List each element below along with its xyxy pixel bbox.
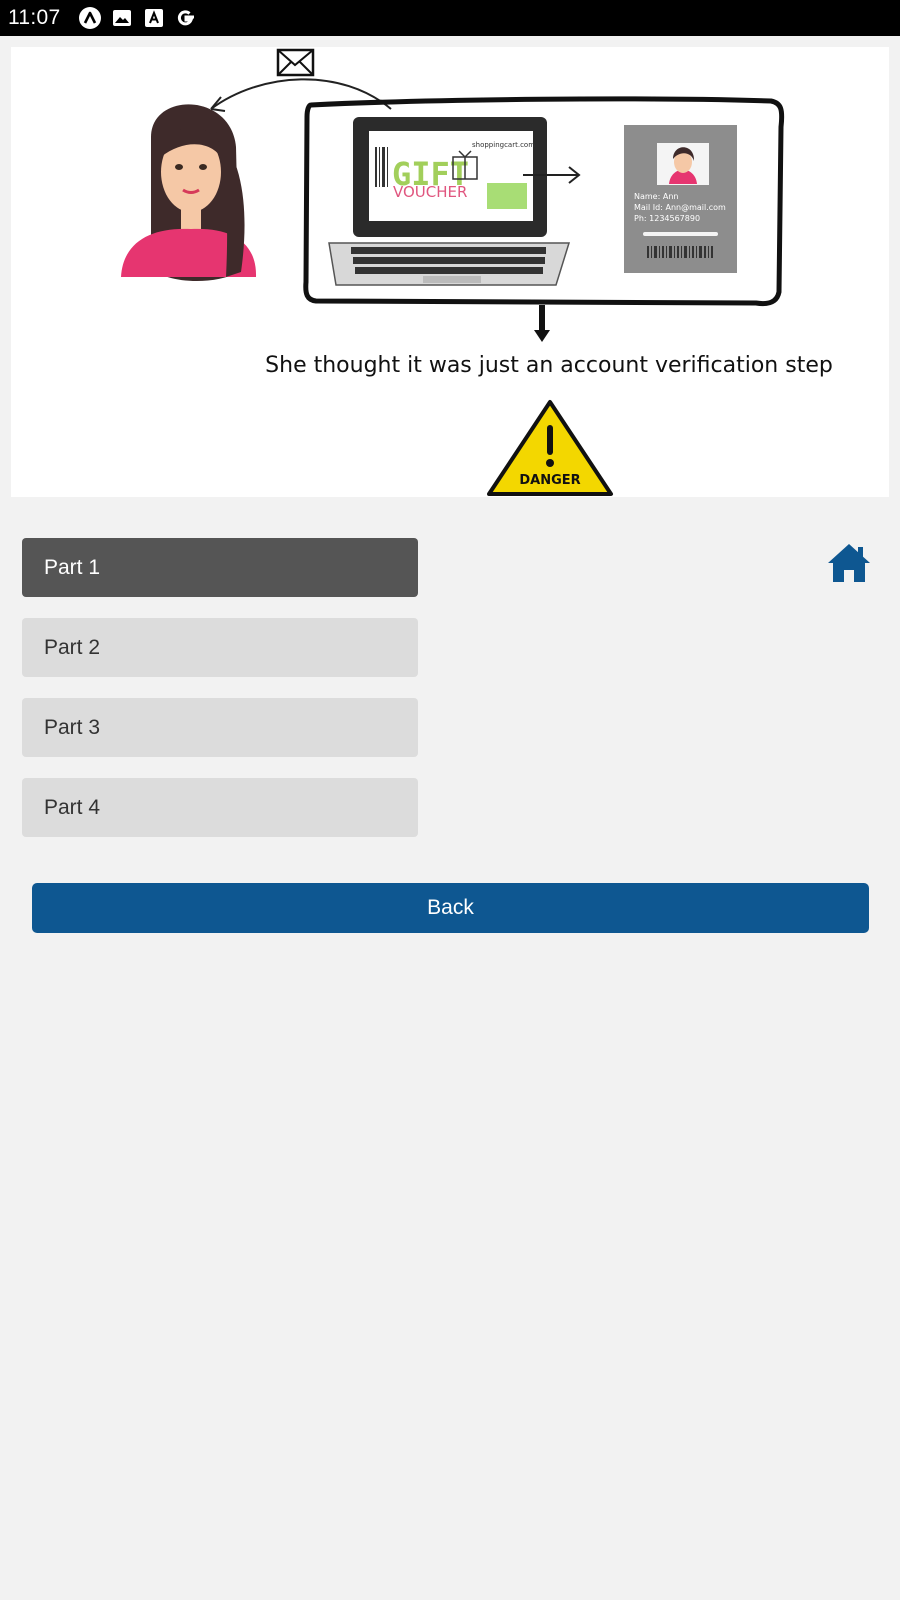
woman-avatar: [121, 104, 257, 282]
danger-label: DANGER: [519, 473, 580, 488]
id-mail: Mail Id: Ann@mail.com: [634, 203, 726, 212]
story-illustration: shoppingcart.com GIFT VOUCHER Name: Ann …: [11, 47, 889, 497]
parts-list: Part 1 Part 2 Part 3 Part 4: [22, 538, 418, 858]
part-3-button[interactable]: Part 3: [22, 698, 418, 757]
story-caption: She thought it was just an account verif…: [265, 353, 833, 378]
danger-warning-icon: DANGER: [487, 400, 613, 496]
envelope-icon: [276, 48, 315, 77]
font-icon: [145, 9, 163, 27]
part-2-button[interactable]: Part 2: [22, 618, 418, 677]
part-4-button[interactable]: Part 4: [22, 778, 418, 837]
part-1-button[interactable]: Part 1: [22, 538, 418, 597]
voucher-title-voucher: VOUCHER: [393, 183, 467, 201]
status-bar: 11:07: [0, 0, 900, 36]
home-icon[interactable]: [826, 540, 872, 586]
voucher-site: shoppingcart.com: [472, 141, 535, 149]
back-button[interactable]: Back: [32, 883, 869, 933]
id-card-illustration: Name: Ann Mail Id: Ann@mail.com Ph: 1234…: [624, 125, 737, 273]
status-time: 11:07: [8, 6, 61, 29]
a-circle-icon: [79, 7, 101, 29]
id-phone: Ph: 1234567890: [634, 214, 700, 223]
id-name: Name: Ann: [634, 192, 678, 201]
laptop-illustration: shoppingcart.com GIFT VOUCHER: [328, 117, 571, 286]
google-icon: [177, 10, 194, 26]
image-icon: [113, 10, 131, 26]
